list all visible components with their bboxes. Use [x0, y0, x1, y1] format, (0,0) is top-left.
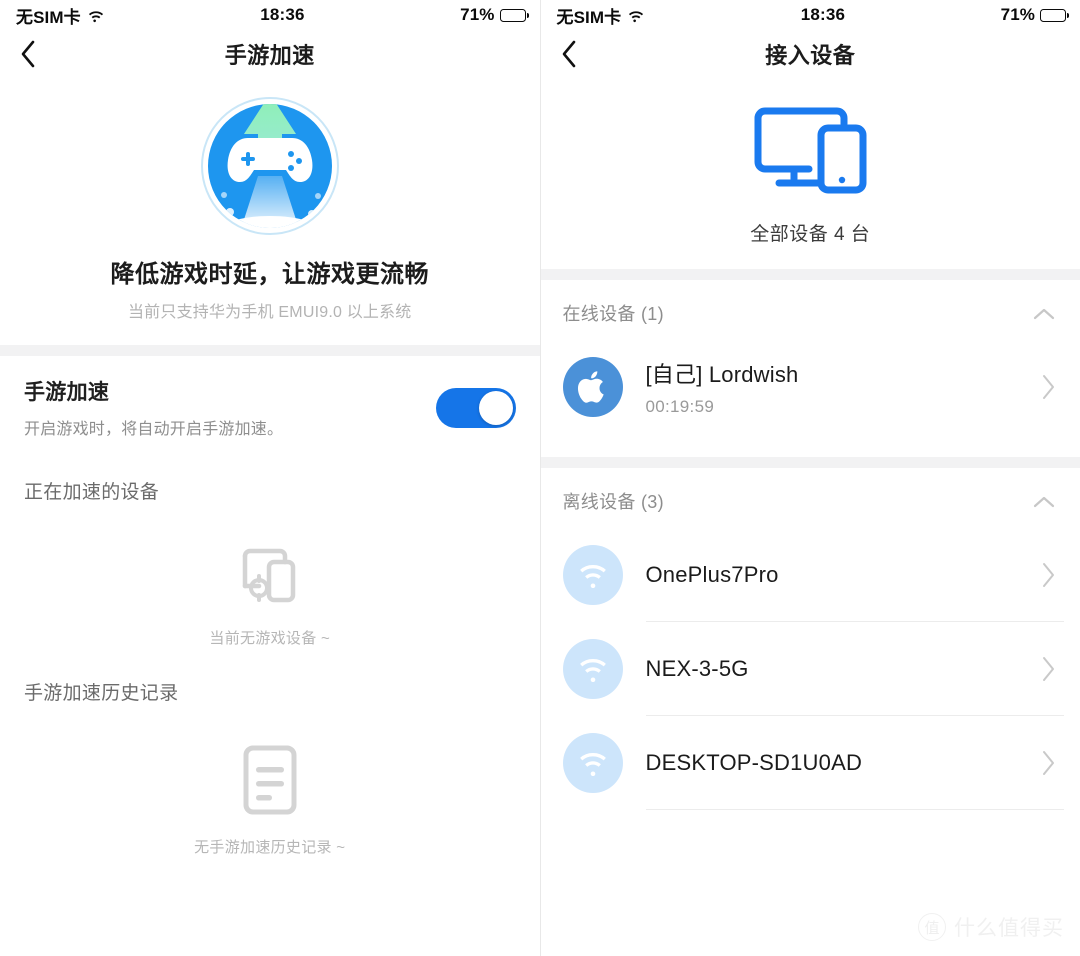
device-name: OnePlus7Pro — [645, 562, 779, 587]
all-devices-hero: 全部设备 4 台 — [541, 78, 1080, 246]
hero-headline: 降低游戏时延，让游戏更流畅 — [110, 261, 429, 288]
chevron-right-icon[interactable] — [1036, 562, 1060, 588]
all-devices-caption: 全部设备 4 台 — [750, 224, 871, 245]
wifi-icon — [87, 8, 105, 23]
nav-bar-left: 手游加速 — [0, 30, 540, 78]
battery-icon — [499, 8, 529, 22]
device-duration: 00:19:59 — [645, 397, 715, 416]
watermark: 值 什么值得买 — [918, 912, 1064, 942]
accelerating-empty-caption: 当前无游戏设备 ~ — [209, 630, 331, 647]
chevron-up-icon[interactable] — [1030, 304, 1058, 322]
hero-subline: 当前只支持华为手机 EMUI9.0 以上系统 — [127, 304, 412, 321]
dual-screenshot-container: 无SIM卡 18:36 71% 手游加速 降低游戏时延，让游戏更流畅 当前只支持… — [0, 0, 1080, 956]
page-title: 手游加速 — [224, 43, 315, 68]
chevron-right-icon[interactable] — [1036, 750, 1060, 776]
toggle-knob — [478, 390, 513, 425]
device-name: NEX-3-5G — [645, 656, 749, 681]
chevron-right-icon[interactable] — [1036, 656, 1060, 682]
accelerating-empty-state: 当前无游戏设备 ~ — [0, 504, 540, 648]
battery-percent-label-right: 71% — [1000, 5, 1035, 24]
wifi-icon — [562, 545, 623, 605]
hero-divider-band — [540, 269, 1080, 280]
wifi-icon — [627, 8, 645, 23]
chevron-left-icon — [562, 40, 575, 68]
back-button[interactable] — [0, 30, 56, 78]
chevron-left-icon — [21, 40, 35, 68]
left-screen-game-boost: 无SIM卡 18:36 71% 手游加速 降低游戏时延，让游戏更流畅 当前只支持… — [0, 0, 541, 956]
device-texts-online-0: [自己] Lordwish 00:19:59 — [646, 357, 1037, 417]
game-boost-toggle[interactable] — [435, 387, 516, 428]
row-divider — [645, 809, 1064, 810]
watermark-text: 什么值得买 — [954, 917, 1064, 940]
group-title-online: 在线设备 (1) — [562, 304, 664, 324]
history-empty-caption: 无手游加速历史记录 ~ — [194, 839, 346, 856]
wifi-icon — [562, 639, 623, 699]
page-title-right: 接入设备 — [765, 43, 856, 68]
group-header-online[interactable]: 在线设备 (1) — [541, 280, 1080, 340]
watermark-badge: 值 — [918, 913, 946, 941]
group-title-offline: 离线设备 (3) — [562, 492, 664, 512]
status-clock: 18:36 — [260, 5, 305, 24]
chevron-right-icon[interactable] — [1036, 374, 1060, 400]
status-battery-group: 71% — [460, 5, 529, 25]
document-empty-icon — [243, 745, 297, 815]
device-name: DESKTOP-SD1U0AD — [645, 750, 863, 775]
wifi-icon — [562, 733, 623, 793]
status-clock-right: 18:36 — [800, 5, 846, 24]
toggle-row-description: 开启游戏时，将自动开启手游加速。 — [24, 421, 284, 438]
device-texts-offline-1: NEX-3-5G — [646, 656, 1037, 682]
history-empty-state: 无手游加速历史记录 ~ — [0, 705, 540, 857]
status-bar-left: 无SIM卡 18:36 71% — [0, 0, 540, 30]
carrier-label-right: 无SIM卡 — [556, 7, 622, 27]
device-row-offline-1[interactable]: NEX-3-5G — [541, 622, 1080, 716]
right-screen-connected-devices: 无SIM卡 18:36 71% 接入设备 全部设备 4 台 在线设备 (1) [… — [540, 0, 1080, 956]
devices-empty-icon — [242, 548, 295, 603]
back-button-right[interactable] — [541, 30, 597, 78]
battery-percent-label: 71% — [460, 5, 495, 24]
status-carrier-group: 无SIM卡 — [16, 3, 105, 28]
carrier-label: 无SIM卡 — [16, 7, 81, 27]
status-carrier-group-right: 无SIM卡 — [557, 3, 646, 28]
status-bar-right: 无SIM卡 18:36 71% — [541, 0, 1080, 30]
chevron-up-icon[interactable] — [1030, 492, 1058, 510]
device-texts-offline-2: DESKTOP-SD1U0AD — [646, 750, 1037, 776]
toggle-row-title: 手游加速 — [24, 381, 110, 404]
game-boost-hero: 降低游戏时延，让游戏更流畅 当前只支持华为手机 EMUI9.0 以上系统 — [0, 78, 540, 322]
group-divider-band — [540, 457, 1080, 468]
game-boost-icon — [196, 90, 344, 238]
section-divider-band — [0, 345, 540, 356]
device-row-offline-0[interactable]: OnePlus7Pro — [541, 528, 1080, 622]
apple-icon — [562, 357, 623, 417]
accelerating-section-heading: 正在加速的设备 — [24, 482, 160, 503]
nav-bar-right: 接入设备 — [541, 30, 1080, 78]
device-name: [自己] Lordwish — [645, 362, 799, 387]
toggle-row-texts: 手游加速 开启游戏时，将自动开启手游加速。 — [24, 376, 436, 439]
device-texts-offline-0: OnePlus7Pro — [646, 562, 1037, 588]
device-row-offline-2[interactable]: DESKTOP-SD1U0AD — [541, 716, 1080, 810]
status-battery-group-right: 71% — [1000, 5, 1069, 25]
game-boost-toggle-row[interactable]: 手游加速 开启游戏时，将自动开启手游加速。 — [0, 356, 540, 457]
battery-icon — [1040, 8, 1069, 22]
group-header-offline[interactable]: 离线设备 (3) — [541, 468, 1080, 528]
device-row-online-0[interactable]: [自己] Lordwish 00:19:59 — [541, 340, 1080, 434]
history-section-heading: 手游加速历史记录 — [24, 683, 179, 704]
monitor-phone-icon — [754, 107, 867, 194]
